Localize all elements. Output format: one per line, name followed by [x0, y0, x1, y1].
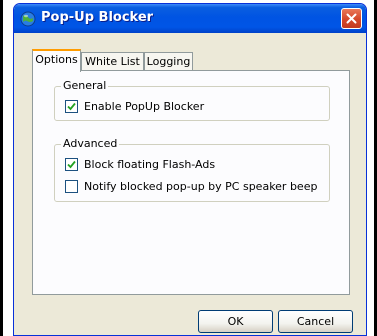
- close-icon: [346, 13, 357, 24]
- close-button[interactable]: [341, 8, 362, 29]
- speaker-beep-checkbox[interactable]: [65, 179, 78, 193]
- popup-blocker-dialog: Pop-Up Blocker Options White List Loggin…: [13, 3, 367, 336]
- general-group: General Enable PopUp Blocker: [54, 79, 330, 121]
- advanced-group-title: Advanced: [61, 137, 120, 150]
- window-title: Pop-Up Blocker: [41, 10, 154, 25]
- tab-options-label: Options: [35, 53, 78, 66]
- left-edge-line: [0, 0, 3, 336]
- title-bar[interactable]: Pop-Up Blocker: [14, 4, 366, 33]
- cancel-button-label: Cancel: [296, 315, 335, 328]
- options-panel: General Enable PopUp Blocker Advanced Bl…: [32, 70, 350, 295]
- checkmark-icon: [67, 102, 76, 110]
- block-flash-ads-checkbox[interactable]: [65, 157, 78, 171]
- tab-white-list[interactable]: White List: [81, 52, 144, 71]
- tab-logging[interactable]: Logging: [144, 52, 193, 71]
- dialog-body: Options White List Logging General Enabl…: [17, 33, 363, 335]
- general-group-title: General: [61, 79, 109, 92]
- enable-popup-blocker-checkbox[interactable]: [65, 99, 78, 113]
- ok-button-label: OK: [227, 315, 244, 328]
- checkmark-icon: [67, 160, 76, 168]
- enable-popup-blocker-option[interactable]: Enable PopUp Blocker: [65, 99, 204, 113]
- tab-logging-label: Logging: [146, 55, 191, 68]
- block-flash-ads-label: Block floating Flash-Ads: [84, 157, 216, 171]
- block-flash-ads-option[interactable]: Block floating Flash-Ads: [65, 157, 215, 171]
- advanced-group: Advanced Block floating Flash-Ads Notify…: [54, 137, 330, 202]
- globe-icon: [20, 11, 36, 27]
- cancel-button[interactable]: Cancel: [278, 310, 353, 333]
- ok-button[interactable]: OK: [198, 310, 273, 333]
- speaker-beep-label: Notify blocked pop-up by PC speaker beep: [84, 179, 318, 193]
- speaker-beep-option[interactable]: Notify blocked pop-up by PC speaker beep: [65, 179, 317, 193]
- enable-popup-blocker-label: Enable PopUp Blocker: [84, 99, 205, 113]
- tab-options[interactable]: Options: [32, 49, 81, 72]
- tab-white-list-label: White List: [85, 55, 140, 68]
